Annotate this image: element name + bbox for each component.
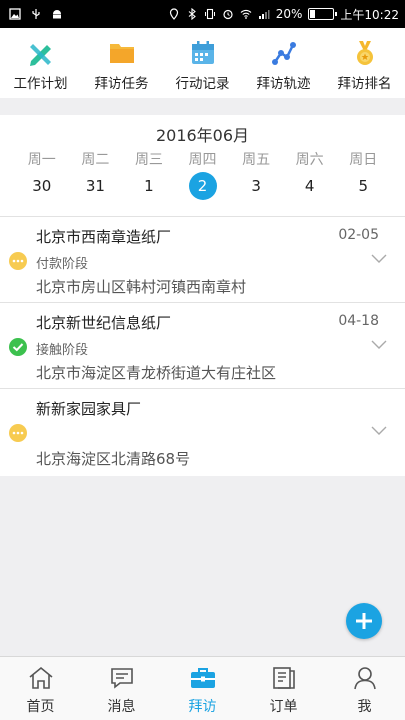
list-item[interactable]: 新新家园家具厂 北京海淀区北清路68号 [0, 388, 405, 476]
visit-list: 北京市西南章造纸厂 02-05 付款阶段 北京市房山区韩村河镇西南章村 北京新世… [0, 216, 405, 476]
stage-label: 接触阶段 [36, 343, 89, 358]
date-number: 31 [85, 177, 105, 195]
date-cell[interactable]: 4 [283, 171, 337, 201]
list-item[interactable]: 北京市西南章造纸厂 02-05 付款阶段 北京市房山区韩村河镇西南章村 [0, 216, 405, 302]
orders-icon [269, 663, 299, 693]
weekday-label: 周一 [27, 152, 56, 168]
nav-label: 消息 [107, 699, 136, 715]
nav-me[interactable]: 我 [324, 657, 405, 720]
date-cell[interactable]: 31 [69, 171, 123, 201]
date-number: 5 [358, 177, 369, 195]
action-label: 行动记录 [175, 76, 230, 92]
message-icon [107, 663, 137, 693]
action-label: 拜访任务 [94, 76, 149, 92]
add-visit-button[interactable] [346, 603, 382, 639]
customer-name: 北京新世纪信息纸厂 [36, 314, 172, 332]
battery-icon [308, 8, 338, 20]
wifi-icon [240, 9, 252, 19]
quick-actions-bar: 工作计划 拜访任务 行动记录 拜访轨迹 拜访排名 [0, 28, 405, 98]
customer-address: 北京市海淀区青龙桥街道大有庄社区 [36, 364, 277, 382]
action-visit-route[interactable]: 拜访轨迹 [243, 28, 324, 98]
location-icon [169, 8, 178, 20]
nav-label: 我 [357, 699, 372, 715]
folder-icon [107, 38, 137, 68]
list-item[interactable]: 北京新世纪信息纸厂 04-18 接触阶段 北京市海淀区青龙桥街道大有庄社区 [0, 302, 405, 388]
date-cell[interactable]: 5 [336, 171, 390, 201]
chevron-down-icon[interactable] [371, 254, 387, 264]
alarm-icon [223, 9, 233, 20]
clock: 上午10:22 [340, 7, 399, 22]
action-records[interactable]: 行动记录 [162, 28, 243, 98]
date-row: 30 31 1 2 3 4 5 [0, 171, 405, 201]
date-cell[interactable]: 3 [229, 171, 283, 201]
weekday-label: 周六 [295, 152, 324, 168]
date-number: 4 [304, 177, 315, 195]
customer-name: 新新家园家具厂 [36, 400, 142, 418]
date-number: 3 [251, 177, 261, 195]
nav-orders[interactable]: 订单 [243, 657, 324, 720]
visit-date: 02-05 [338, 227, 379, 243]
briefcase-icon [188, 663, 218, 693]
stage-label: 付款阶段 [36, 257, 89, 272]
weekday-label: 周三 [134, 152, 163, 168]
signal-icon [258, 10, 270, 19]
date-cell[interactable]: 2 [176, 171, 230, 201]
status-bar: 20% 上午10:22 [0, 0, 405, 28]
nav-messages[interactable]: 消息 [81, 657, 162, 720]
visit-date: 04-18 [338, 313, 379, 329]
battery-percent: 20% [275, 7, 303, 21]
bluetooth-icon [188, 8, 196, 20]
home-icon [26, 663, 56, 693]
route-icon [269, 38, 299, 68]
user-icon [350, 663, 380, 693]
weekday-row: 周一 周二 周三 周四 周五 周六 周日 [0, 149, 405, 171]
date-number: 30 [32, 177, 52, 195]
nav-home[interactable]: 首页 [0, 657, 81, 720]
date-cell[interactable]: 30 [15, 171, 69, 201]
weekday-label: 周五 [242, 152, 271, 168]
calendar-month: 2016年06月 [155, 126, 250, 145]
android-icon [53, 10, 61, 19]
action-label: 拜访轨迹 [256, 76, 311, 92]
status-dots-icon [9, 424, 27, 442]
action-label: 工作计划 [13, 76, 68, 92]
date-number: 2 [188, 172, 217, 200]
nav-label: 拜访 [188, 699, 217, 715]
image-icon [9, 8, 21, 20]
customer-address: 北京海淀区北清路68号 [36, 450, 191, 468]
vibrate-icon [204, 8, 215, 20]
date-number: 1 [144, 177, 154, 195]
customer-address: 北京市房山区韩村河镇西南章村 [36, 278, 247, 296]
weekday-label: 周二 [81, 152, 110, 168]
action-visit-ranking[interactable]: 拜访排名 [324, 28, 405, 98]
weekday-label: 周日 [349, 152, 378, 168]
calendar-icon [188, 38, 218, 68]
plus-icon [356, 613, 372, 629]
chevron-down-icon[interactable] [371, 340, 387, 350]
action-visit-tasks[interactable]: 拜访任务 [81, 28, 162, 98]
bottom-nav: 首页 消息 拜访 订单 我 [0, 656, 405, 720]
date-cell[interactable]: 1 [122, 171, 176, 201]
week-calendar: 2016年06月 周一 周二 周三 周四 周五 周六 周日 30 31 1 2 … [0, 115, 405, 216]
action-work-plan[interactable]: 工作计划 [0, 28, 81, 98]
customer-name: 北京市西南章造纸厂 [36, 228, 172, 246]
action-label: 拜访排名 [337, 76, 392, 92]
nav-label: 订单 [269, 699, 298, 715]
nav-visits[interactable]: 拜访 [162, 657, 243, 720]
chevron-down-icon[interactable] [371, 426, 387, 436]
status-dots-icon [9, 252, 27, 270]
pen-ruler-icon [26, 38, 56, 68]
weekday-label: 周四 [188, 152, 217, 168]
medal-icon [350, 38, 380, 68]
status-check-icon [9, 338, 27, 356]
usb-icon [32, 9, 40, 19]
nav-label: 首页 [26, 699, 55, 715]
